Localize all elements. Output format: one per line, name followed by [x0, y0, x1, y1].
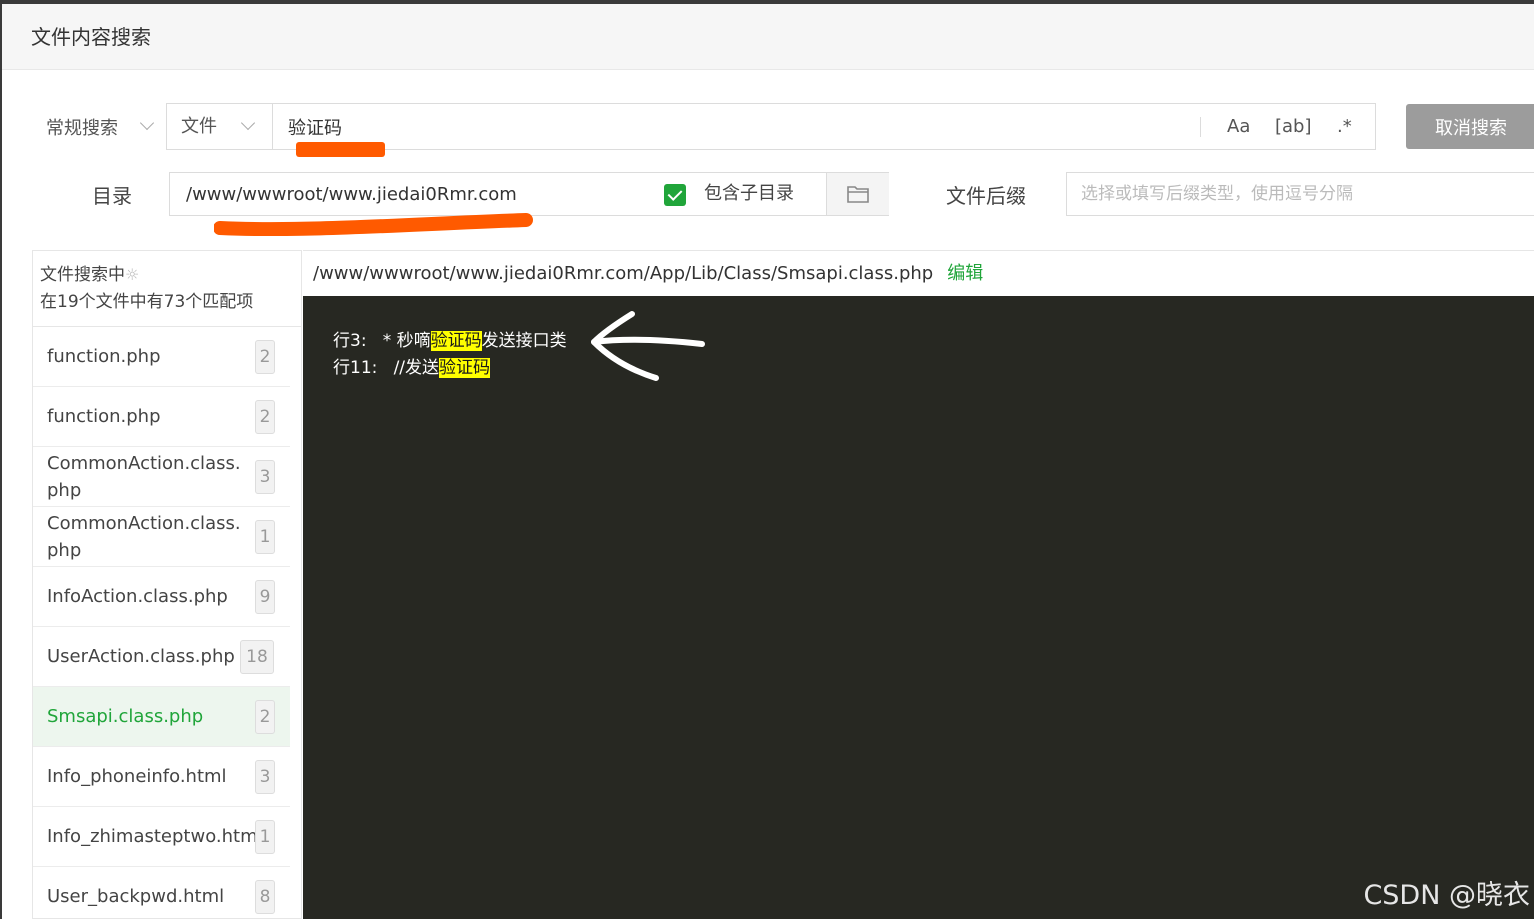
file-name: function.php: [47, 346, 161, 367]
file-name: UserAction.class.php: [47, 646, 235, 667]
regex-toggle[interactable]: .*: [1337, 104, 1352, 149]
status-searching: 文件搜索中: [40, 265, 125, 285]
chevron-down-icon: [139, 115, 155, 131]
line-prefix: 行11: //发送: [333, 358, 440, 378]
folder-icon: [847, 186, 869, 203]
file-name: CommonAction.class.php: [47, 452, 241, 501]
search-group: 文件 Aa [ab] .*: [166, 103, 1376, 157]
whole-word-toggle[interactable]: [ab]: [1275, 104, 1312, 149]
file-name: function.php: [47, 406, 161, 427]
file-list-item[interactable]: function.php 2: [33, 327, 290, 387]
spinner-icon: ☼: [125, 265, 140, 284]
folder-browse-button[interactable]: [826, 173, 889, 215]
query-underline-annotation: [296, 142, 385, 157]
chevron-down-icon: [240, 115, 256, 131]
match-count-badge: 2: [255, 700, 275, 734]
match-count-badge: 2: [255, 340, 275, 374]
edit-link[interactable]: 编辑: [947, 263, 983, 284]
match-count-badge: 8: [255, 880, 275, 914]
result-path-bar: /www/wwwroot/www.jiedai0Rmr.com/App/Lib/…: [303, 250, 1534, 296]
include-subdir-checkbox[interactable]: [664, 184, 686, 206]
file-list-item[interactable]: Info_zhimasteptwo.html 1: [33, 807, 290, 867]
file-list-item[interactable]: CommonAction.class.php 1: [33, 507, 290, 567]
file-name: CommonAction.class.php: [47, 512, 241, 561]
file-name: Info_zhimasteptwo.html: [47, 826, 263, 847]
file-name: Smsapi.class.php: [47, 706, 204, 727]
search-status: 文件搜索中☼ 在19个文件中有73个匹配项: [33, 251, 301, 327]
match-highlight: 验证码: [430, 331, 482, 351]
file-list-item[interactable]: User_backpwd.html 8: [33, 867, 290, 918]
dialog-title: 文件内容搜索: [2, 4, 1534, 70]
match-count-badge: 1: [255, 820, 275, 854]
directory-label: 目录: [92, 184, 132, 208]
file-name: User_backpwd.html: [47, 886, 225, 907]
match-case-toggle[interactable]: Aa: [1227, 104, 1250, 149]
match-count-badge: 18: [240, 640, 274, 674]
search-query-input[interactable]: [274, 104, 1194, 149]
arrow-annotation-icon: [591, 311, 705, 381]
watermark: CSDN @晓衣: [1363, 880, 1530, 911]
status-summary: 在19个文件中有73个匹配项: [40, 292, 254, 312]
file-list-panel: 文件搜索中☼ 在19个文件中有73个匹配项 function.php 2 fun…: [32, 250, 302, 919]
include-subdir-label[interactable]: 包含子目录: [704, 173, 794, 215]
search-mode-label: 常规搜索: [46, 118, 118, 139]
file-name: Info_phoneinfo.html: [47, 766, 227, 787]
match-count-badge: 9: [255, 580, 275, 614]
search-type-select[interactable]: 文件: [167, 104, 273, 149]
search-dialog: 文件内容搜索 常规搜索 文件 Aa [ab] .* 取消搜索 目录 包含子目录: [2, 4, 1534, 919]
match-count-badge: 3: [255, 760, 275, 794]
result-code-area: 行3: * 秒嘀验证码发送接口类 行11: //发送验证码 CSDN @晓衣: [303, 296, 1534, 919]
file-list-item[interactable]: Info_phoneinfo.html 3: [33, 747, 290, 807]
line-prefix: 行3: * 秒嘀: [333, 331, 431, 351]
file-list-item[interactable]: UserAction.class.php 18: [33, 627, 290, 687]
search-mode-select[interactable]: 常规搜索: [32, 104, 164, 150]
result-line[interactable]: 行3: * 秒嘀验证码发送接口类: [333, 328, 1534, 355]
search-type-label: 文件: [181, 116, 217, 137]
file-list-item[interactable]: CommonAction.class.php 3: [33, 447, 290, 507]
file-name: InfoAction.class.php: [47, 586, 228, 607]
match-count-badge: 2: [255, 400, 275, 434]
match-highlight: 验证码: [439, 358, 491, 378]
suffix-input[interactable]: [1066, 172, 1534, 216]
file-list-item[interactable]: InfoAction.class.php 9: [33, 567, 290, 627]
line-suffix: 发送接口类: [481, 331, 567, 351]
file-list-item-active[interactable]: Smsapi.class.php 2: [33, 687, 290, 747]
file-list-item[interactable]: function.php 2: [33, 387, 290, 447]
result-file-path: /www/wwwroot/www.jiedai0Rmr.com/App/Lib/…: [313, 263, 934, 284]
result-line[interactable]: 行11: //发送验证码: [333, 355, 1534, 382]
match-count-badge: 3: [255, 460, 275, 494]
directory-underline-annotation: [214, 213, 533, 236]
suffix-label: 文件后缀: [946, 184, 1026, 208]
match-count-badge: 1: [255, 520, 275, 554]
options-divider: [1200, 117, 1201, 137]
cancel-search-button[interactable]: 取消搜索: [1406, 104, 1534, 149]
